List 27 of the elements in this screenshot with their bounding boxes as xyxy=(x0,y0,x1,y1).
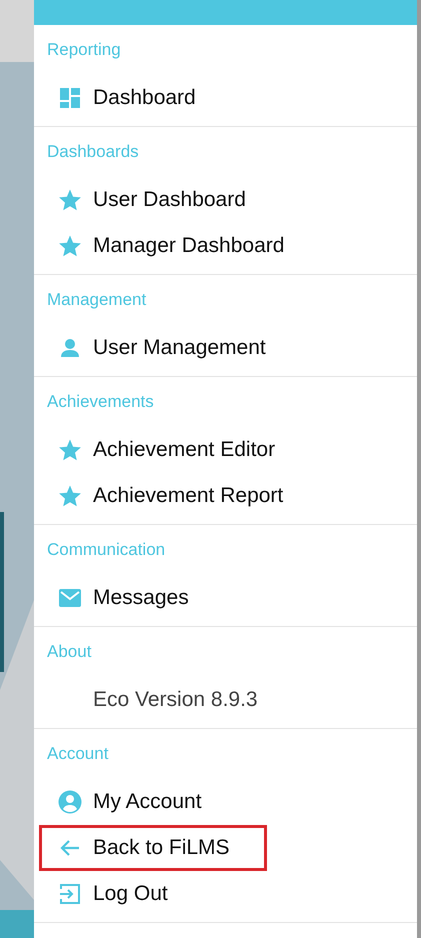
envelope-icon xyxy=(58,586,82,610)
section-heading: Account xyxy=(46,743,110,765)
menu-item[interactable]: Dashboard xyxy=(39,75,205,121)
section-heading: Communication xyxy=(46,539,166,561)
section-heading: Dashboards xyxy=(46,141,140,163)
menu-item[interactable]: User Dashboard xyxy=(39,177,255,223)
dashboard-grid-icon xyxy=(58,86,82,110)
section-heading: About xyxy=(46,641,92,663)
menu-item[interactable]: Achievement Editor xyxy=(39,427,284,473)
section-heading: Reporting xyxy=(46,39,122,61)
person-icon xyxy=(58,336,82,360)
section-heading: Achievements xyxy=(46,391,155,413)
menu-item[interactable]: My Account xyxy=(39,779,211,825)
star-icon xyxy=(58,438,82,462)
account-circle-icon xyxy=(58,790,82,814)
menu-item[interactable]: Manager Dashboard xyxy=(39,223,294,269)
log-out-icon xyxy=(58,882,82,906)
section-heading: Management xyxy=(46,289,148,311)
menu-item[interactable]: Log Out xyxy=(39,871,177,917)
version-text: Eco Version 8.9.3 xyxy=(92,687,259,713)
star-icon xyxy=(58,188,82,212)
star-icon xyxy=(58,234,82,258)
menu-item[interactable]: Messages xyxy=(39,575,198,621)
star-icon xyxy=(58,484,82,508)
menu-item[interactable]: Achievement Report xyxy=(39,473,292,519)
menu-item[interactable]: User Management xyxy=(39,325,275,371)
menu-item[interactable]: Back to FiLMS xyxy=(39,825,267,871)
